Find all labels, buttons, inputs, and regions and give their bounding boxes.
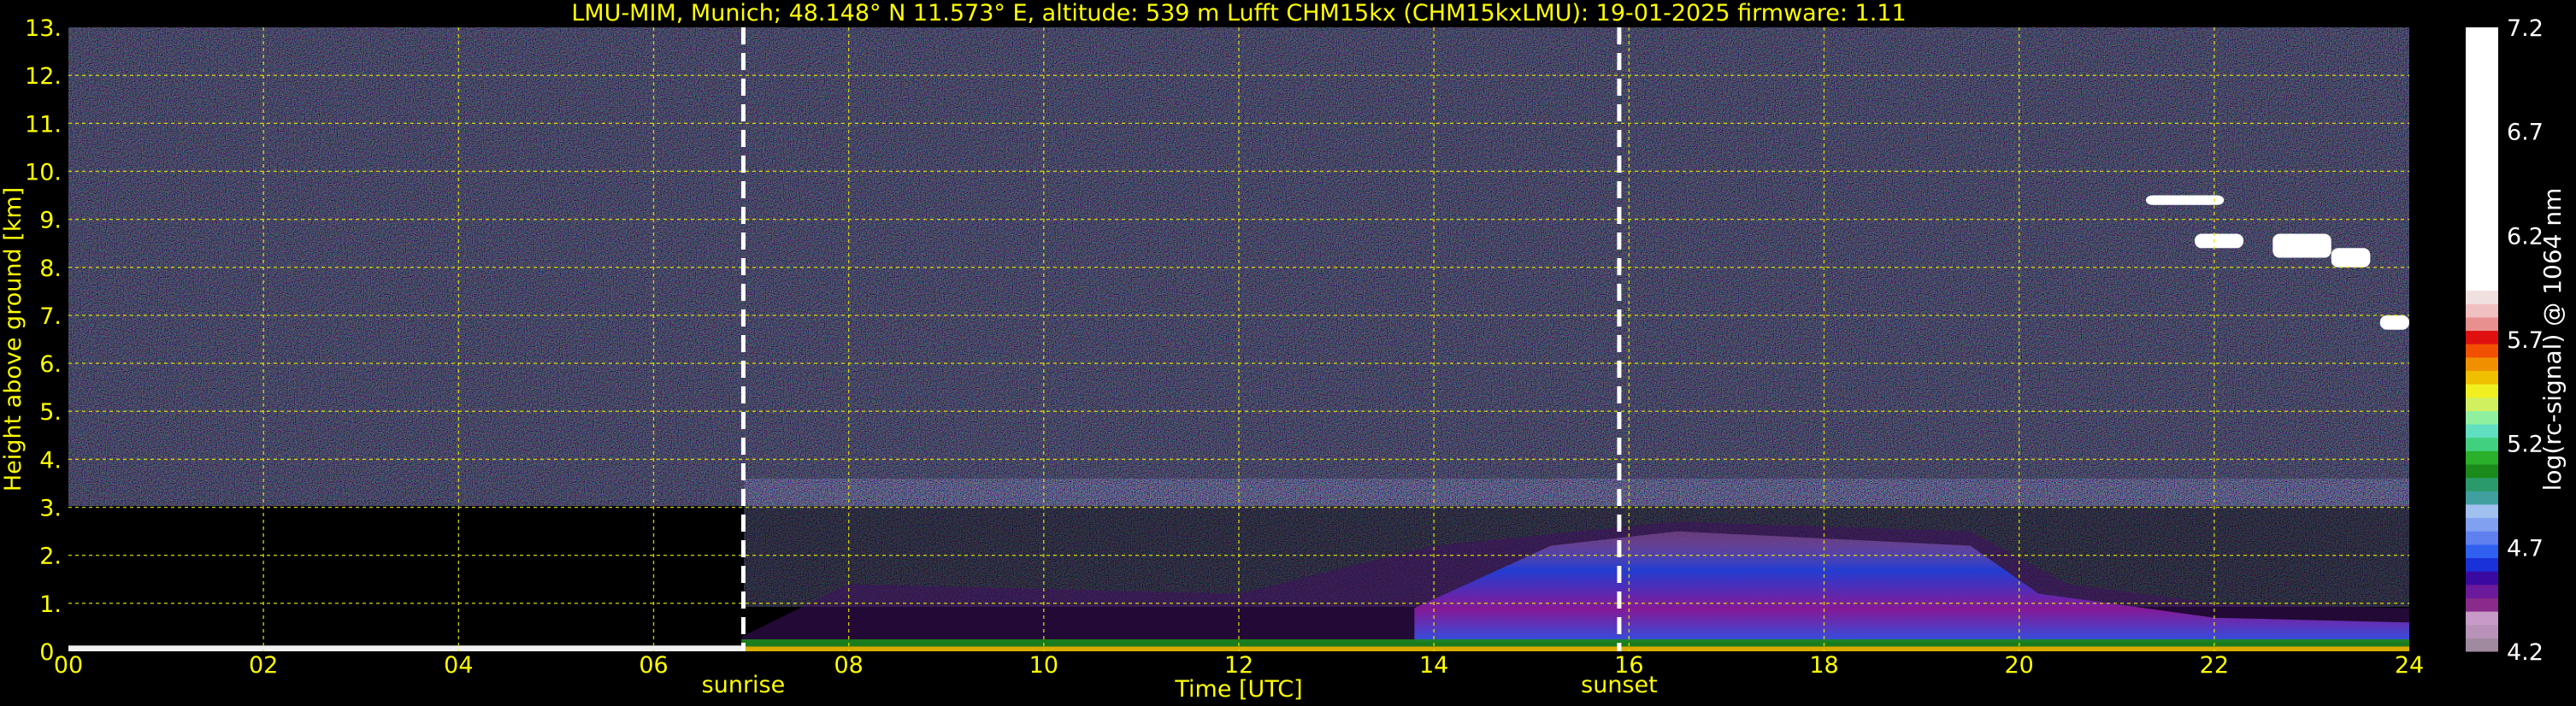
x-tick-label: 12 xyxy=(1224,652,1253,679)
x-tick-label: 18 xyxy=(1809,652,1838,679)
colorbar-segment-top xyxy=(2466,27,2498,277)
marker-label: sunrise xyxy=(702,672,786,698)
colorbar-segment xyxy=(2466,370,2498,385)
colorbar-tick-label: 4.7 xyxy=(2507,535,2544,562)
x-tick-labels: 00 02 04 06 08 10 12 14 16 18 20 22 24 xyxy=(54,652,2424,679)
colorbar xyxy=(2466,27,2498,652)
colorbar-segment xyxy=(2466,544,2498,558)
x-tick-label: 24 xyxy=(2395,652,2424,679)
y-tick-label: 12. xyxy=(25,63,62,90)
colorbar-segment xyxy=(2466,503,2498,519)
y-tick-label: 11. xyxy=(25,111,62,138)
plot-area: sunrise sunset xyxy=(68,27,2409,698)
x-tick-label: 20 xyxy=(2004,652,2033,679)
colorbar-tick-label: 6.7 xyxy=(2507,120,2544,146)
colorbar-segment xyxy=(2466,597,2498,612)
colorbar-segment xyxy=(2466,464,2498,479)
cirrus-cloud-patch xyxy=(2195,233,2244,249)
surface-layer-bottom xyxy=(741,646,2409,651)
y-axis-label: Height above ground [km] xyxy=(0,187,27,491)
colorbar-segment xyxy=(2466,557,2498,572)
colorbar-segment xyxy=(2466,410,2498,425)
colorbar-segment xyxy=(2466,624,2498,638)
x-tick-label: 22 xyxy=(2200,652,2229,679)
colorbar-tick-label: 4.2 xyxy=(2507,639,2544,666)
colorbar-segment xyxy=(2466,437,2498,451)
colorbar-segment xyxy=(2466,450,2498,465)
colorbar-segment xyxy=(2466,638,2498,652)
surface-layer-band xyxy=(741,638,2409,647)
y-tick-label: 1. xyxy=(39,591,62,618)
y-tick-label: 10. xyxy=(25,159,62,185)
colorbar-segment xyxy=(2466,330,2498,344)
x-tick-label: 04 xyxy=(444,652,473,679)
colorbar-segment xyxy=(2466,356,2498,371)
y-tick-label: 6. xyxy=(39,351,62,378)
residual-layer-band xyxy=(68,645,742,651)
colorbar-segment xyxy=(2466,384,2498,398)
chart-title: LMU-MIM, Munich; 48.148° N 11.573° E, al… xyxy=(571,0,1906,26)
colorbar-segment xyxy=(2466,424,2498,438)
y-tick-labels: 0.1.2.3.4.5.6.7.8.9.10.11.12.13. xyxy=(25,15,62,666)
y-tick-label: 3. xyxy=(39,496,62,522)
colorbar-segment xyxy=(2466,571,2498,585)
colorbar-segment xyxy=(2466,491,2498,505)
x-tick-label: 02 xyxy=(249,652,278,679)
x-tick-label: 08 xyxy=(834,652,863,679)
colorbar-tick-label: 7.2 xyxy=(2507,15,2544,42)
cirrus-cloud-patch xyxy=(2331,248,2371,268)
cirrus-cloud-patch xyxy=(2145,195,2225,205)
colorbar-segment xyxy=(2466,316,2498,332)
colorbar-segment xyxy=(2466,584,2498,598)
colorbar-segment xyxy=(2466,531,2498,545)
y-tick-label: 7. xyxy=(39,303,62,330)
x-tick-label: 00 xyxy=(54,652,83,679)
x-axis-label: Time [UTC] xyxy=(1174,676,1302,703)
y-tick-label: 8. xyxy=(39,256,62,282)
y-tick-label: 2. xyxy=(39,544,62,570)
y-tick-label: 9. xyxy=(39,208,62,234)
colorbar-segment xyxy=(2466,397,2498,411)
cirrus-cloud-patch xyxy=(2272,233,2331,258)
colorbar-label: log(rc-signal) @ 1064 nm xyxy=(2538,188,2567,491)
colorbar-segment xyxy=(2466,611,2498,626)
colorbar-segment xyxy=(2466,277,2498,291)
x-tick-label: 14 xyxy=(1419,652,1448,679)
colorbar-segment xyxy=(2466,290,2498,304)
y-tick-label: 5. xyxy=(39,399,62,426)
colorbar-segment xyxy=(2466,344,2498,358)
colorbar-segment xyxy=(2466,477,2498,491)
y-tick-label: 4. xyxy=(39,447,62,474)
colorbar-segment xyxy=(2466,303,2498,318)
ceilometer-chart: sunrise sunset 0.1.2.3.4.5.6.7.8.9.10.11.… xyxy=(0,0,2567,703)
x-tick-label: 10 xyxy=(1029,652,1058,679)
x-tick-label: 06 xyxy=(639,652,668,679)
cirrus-cloud-patch xyxy=(2379,315,2409,330)
colorbar-segment xyxy=(2466,517,2498,532)
y-tick-label: 13. xyxy=(25,15,62,42)
x-tick-label: 16 xyxy=(1614,652,1643,679)
